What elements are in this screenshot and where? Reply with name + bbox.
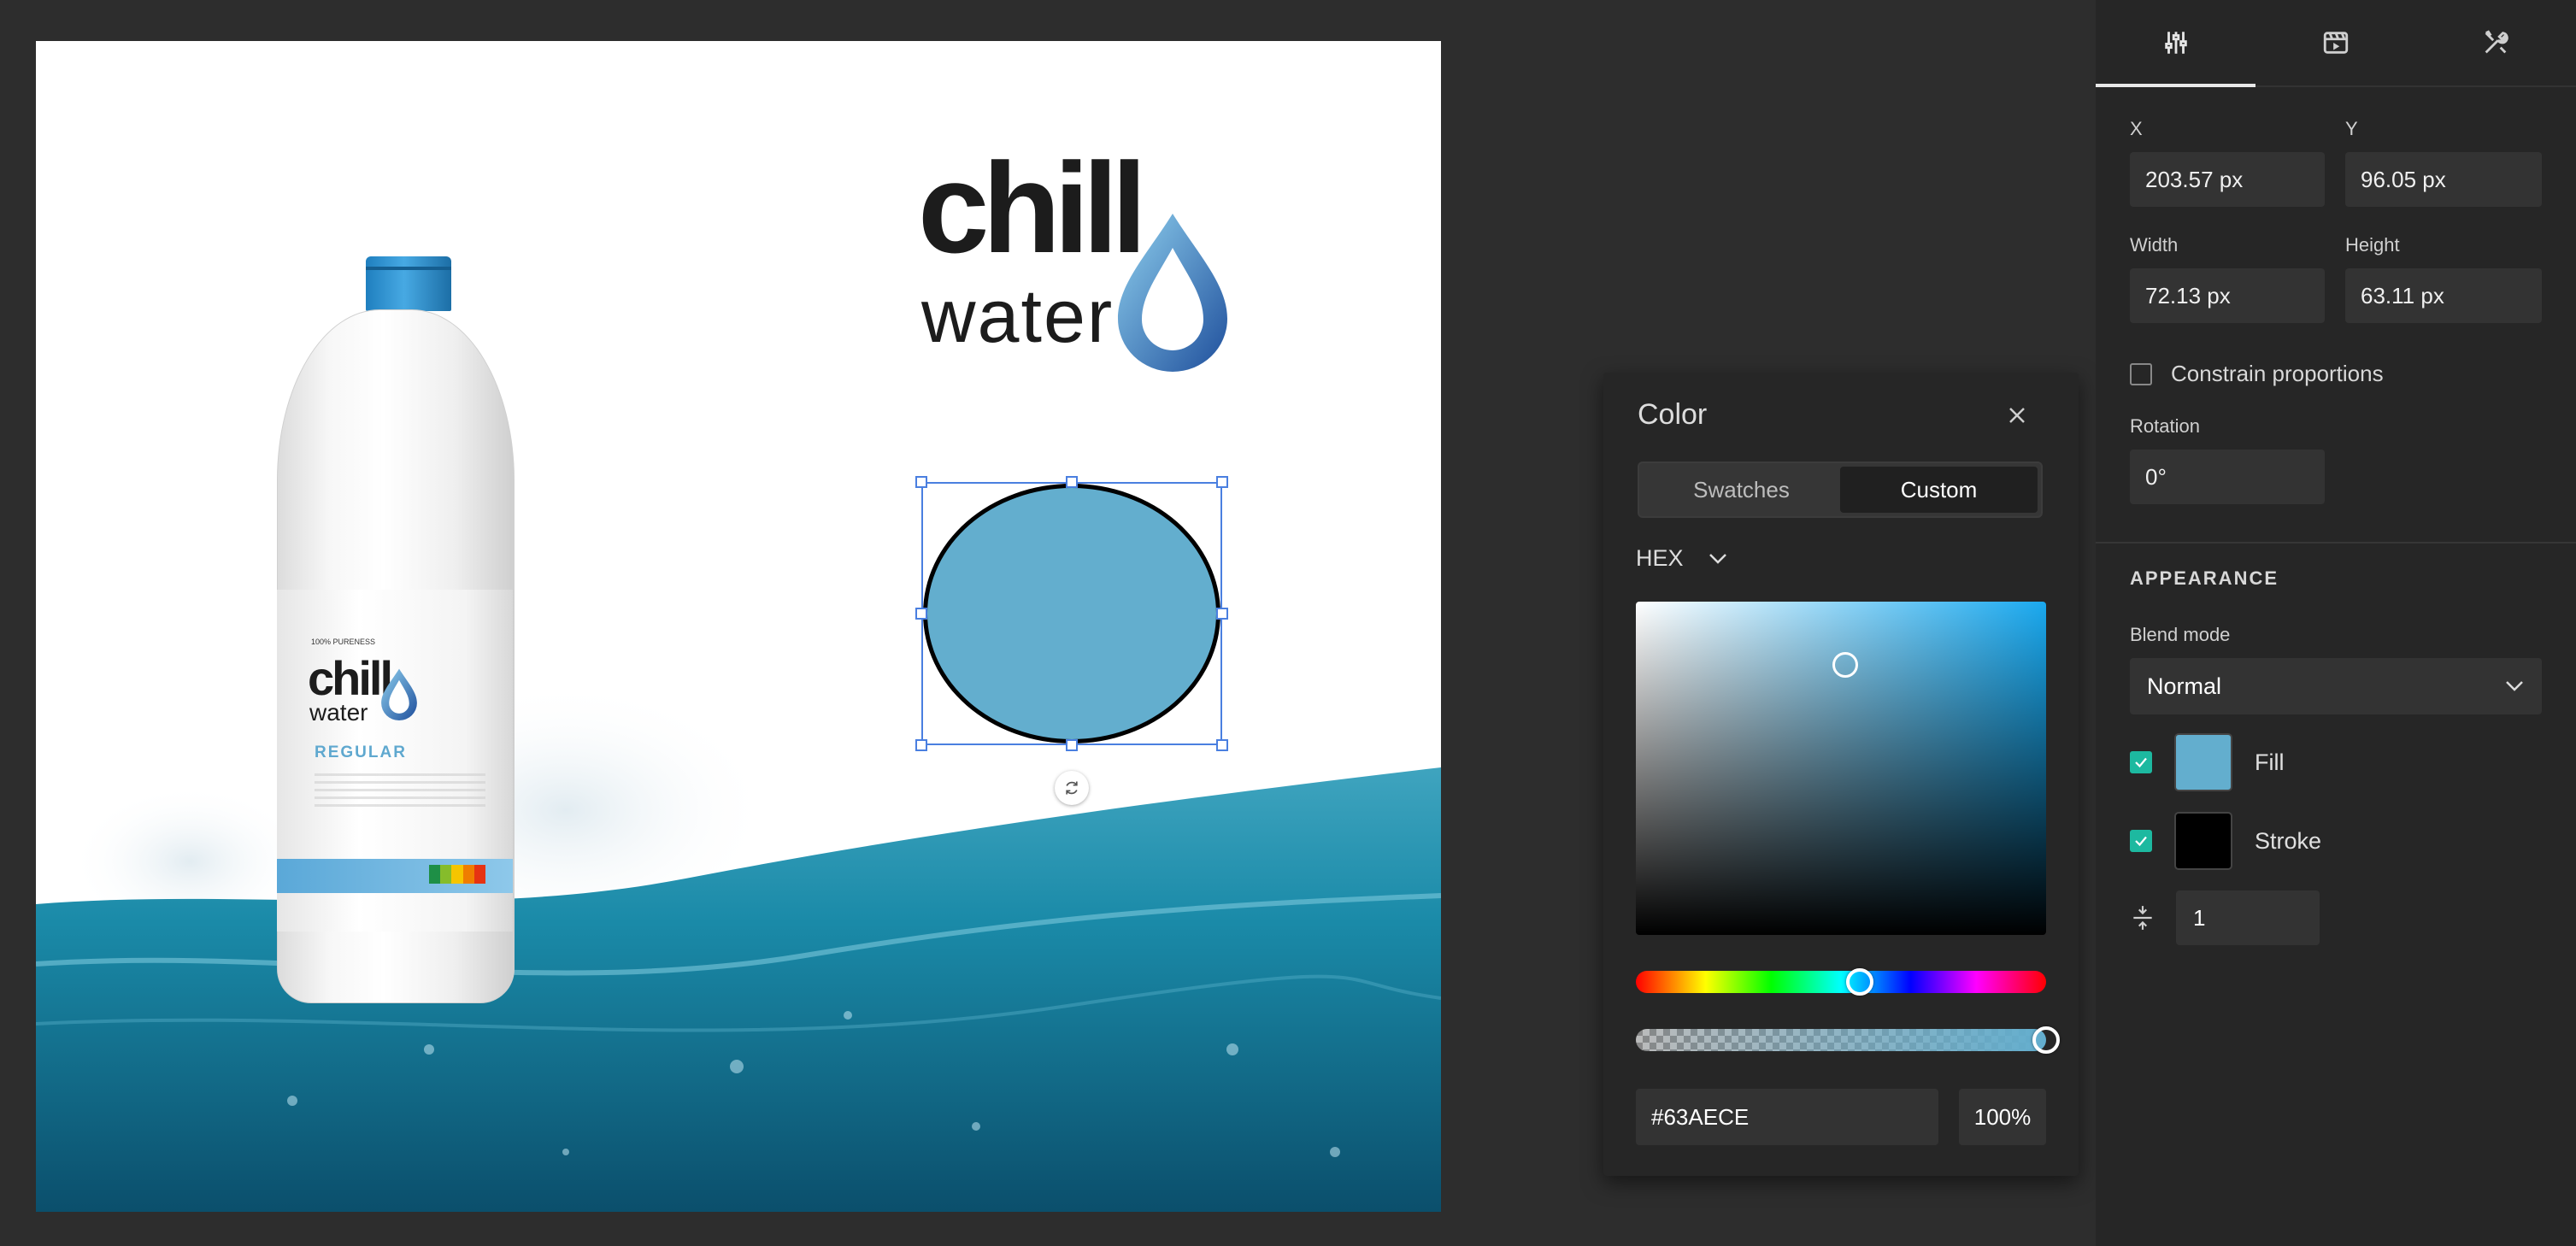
alpha-input[interactable]: 100% [1959,1089,2046,1145]
stroke-width-field[interactable]: 1 [2176,890,2320,945]
x-field[interactable]: 203.57 px [2130,152,2325,207]
resize-handle-bottom-right[interactable] [1216,739,1228,751]
saturation-brightness-area[interactable] [1636,602,2046,935]
bottle-cap [366,256,451,311]
saturation-brightness-cursor[interactable] [1832,652,1858,679]
resize-handle-top-right[interactable] [1216,476,1228,488]
alpha-slider-thumb[interactable] [2032,1026,2060,1054]
bottle-pureness-text: 100% PURENESS [311,638,376,646]
fill-color-swatch[interactable] [2174,733,2232,791]
alpha-slider[interactable] [1636,1026,2060,1054]
blend-mode-label: Blend mode [2130,624,2231,645]
constrain-checkbox[interactable] [2130,362,2152,385]
blend-mode-value: Normal [2147,673,2222,699]
fill-row: Fill [2130,733,2285,791]
hue-slider-thumb[interactable] [1845,968,1873,996]
constrain-proportions-toggle[interactable]: Constrain proportions [2130,361,2384,387]
resize-handle-top-left[interactable] [915,476,927,488]
checkmark-icon [2135,757,2147,768]
bottle-label: 100% PURENESS chill water REGULAR [277,590,513,932]
width-label: Width [2130,234,2179,256]
hue-slider[interactable] [1636,968,2046,996]
appearance-section-title: APPEARANCE [2130,567,2279,589]
fill-checkbox[interactable] [2130,751,2152,773]
constrain-label: Constrain proportions [2171,361,2384,386]
blend-mode-select[interactable]: Normal [2130,658,2542,714]
resize-handle-bottom-left[interactable] [915,739,927,751]
selected-ellipse-group[interactable] [915,476,1228,751]
logo-water-text: water [921,273,1115,358]
height-label: Height [2345,234,2400,256]
resize-handle-top[interactable] [1066,476,1078,488]
stroke-width-icon [2133,906,2152,930]
width-field[interactable]: 72.13 px [2130,268,2325,323]
color-mode-tabs: Swatches Custom [1638,461,2043,518]
y-field[interactable]: 96.05 px [2345,152,2542,207]
sliders-icon [2164,32,2187,54]
selection-box [921,482,1222,745]
bottle-image[interactable]: 100% PURENESS chill water REGULAR [268,256,516,1008]
height-field[interactable]: 63.11 px [2345,268,2542,323]
stroke-label: Stroke [2255,827,2322,854]
resize-handle-left[interactable] [915,608,927,620]
color-picker-panel: Color Swatches Custom HEX #63AECE 100% [1603,373,2079,1176]
stroke-row: Stroke [2130,812,2321,870]
close-icon [2009,408,2025,423]
tab-design[interactable] [2096,0,2255,87]
checkmark-icon [2135,836,2147,847]
properties-panel: X Y 203.57 px 96.05 px Width Height 72.1… [2096,0,2576,1246]
rotation-field[interactable]: 0° [2130,450,2325,504]
tab-swatches[interactable]: Swatches [1643,467,1840,513]
color-format-dropdown[interactable]: HEX [1636,545,1728,572]
bottle-variant-text: REGULAR [315,743,407,761]
nutri-score-badge [429,865,486,884]
chill-water-logo[interactable]: chill water [882,135,1258,374]
water-drop-icon [1118,214,1227,372]
rotate-handle[interactable] [1055,771,1089,805]
resize-handle-bottom[interactable] [1066,739,1078,751]
color-panel-title: Color [1638,398,1708,431]
tab-animate[interactable] [2255,0,2415,85]
chevron-down-icon [1709,553,1726,564]
canvas-artboard[interactable]: chill water 100% PURENESS chill water RE… [36,41,1441,1212]
stroke-checkbox[interactable] [2130,830,2152,852]
hex-input[interactable]: #63AECE [1636,1089,1938,1145]
tab-tools[interactable] [2415,0,2575,85]
color-format-label: HEX [1636,545,1684,571]
bottle-logo-chill: chill [308,651,393,705]
section-divider [2096,542,2576,544]
media-icon [2323,32,2348,54]
close-color-panel-button[interactable] [1998,397,2036,434]
x-label: X [2130,118,2143,139]
tools-icon [2485,30,2508,54]
chevron-down-icon [2506,681,2523,691]
logo-chill-text: chill [918,136,1147,279]
stroke-color-swatch[interactable] [2174,812,2232,870]
y-label: Y [2345,118,2358,139]
fill-label: Fill [2255,749,2285,775]
bottle-logo-water: water [309,699,368,726]
rotate-icon [1066,781,1078,795]
tab-custom[interactable]: Custom [1840,467,2038,513]
bottle-drop-icon [381,668,417,721]
rotation-label: Rotation [2130,415,2200,437]
bottle-fine-print [315,773,485,811]
properties-tabs [2096,0,2576,87]
resize-handle-right[interactable] [1216,608,1228,620]
